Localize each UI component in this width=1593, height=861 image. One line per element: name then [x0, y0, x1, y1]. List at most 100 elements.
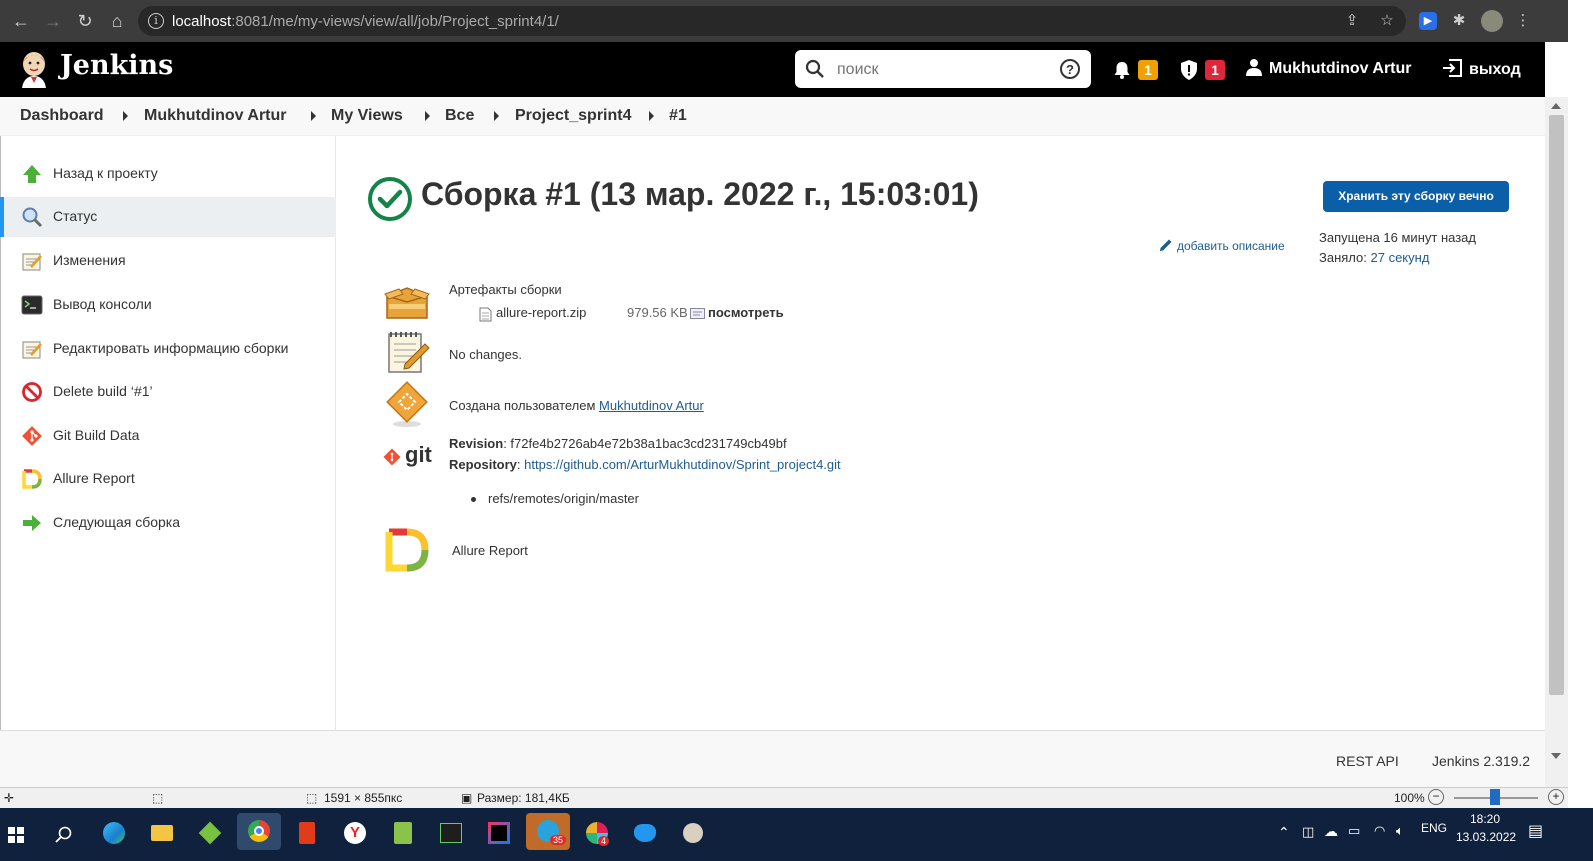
- slack-app-icon[interactable]: 4: [580, 816, 614, 850]
- artifact-view-link[interactable]: посмотреть: [708, 305, 784, 320]
- shield-icon: [1181, 60, 1197, 80]
- sidebar-item-git-build-data[interactable]: Git Build Data: [1, 416, 336, 456]
- intellij-app-icon[interactable]: [482, 816, 516, 850]
- artifacts-link[interactable]: Артефакты сборки: [449, 282, 562, 297]
- edge-app-icon[interactable]: [97, 816, 131, 850]
- rest-api-link[interactable]: REST API: [1336, 753, 1399, 769]
- logout-button[interactable]: выход: [1441, 58, 1521, 79]
- file-explorer-icon[interactable]: [145, 816, 179, 850]
- sidebar-item-label: Delete build ‘#1’: [53, 383, 153, 399]
- wifi-icon[interactable]: ◠: [1374, 823, 1385, 839]
- scrollbar-thumb[interactable]: [1549, 115, 1564, 695]
- share-icon[interactable]: ⇪: [1343, 12, 1361, 30]
- logout-label: выход: [1469, 61, 1521, 78]
- breadcrumb-project[interactable]: Project_sprint4: [515, 107, 631, 125]
- vertical-scrollbar[interactable]: [1545, 97, 1568, 787]
- extensions-puzzle-icon[interactable]: ✱: [1450, 12, 1468, 30]
- bookmark-star-icon[interactable]: ☆: [1378, 12, 1396, 30]
- browser-menu-icon[interactable]: ⋮: [1514, 12, 1532, 30]
- breadcrumb-separator-icon[interactable]: [425, 111, 430, 121]
- created-by-user-link[interactable]: Mukhutdinov Artur: [599, 398, 704, 413]
- sidebar-item-next-build[interactable]: Следующая сборка: [1, 503, 336, 543]
- home-icon[interactable]: ⌂: [106, 10, 128, 32]
- site-info-icon[interactable]: i: [148, 13, 164, 29]
- scroll-up-icon[interactable]: [1551, 103, 1561, 109]
- artifact-file-link[interactable]: allure-report.zip: [496, 305, 586, 320]
- battery-icon[interactable]: ▭: [1348, 823, 1360, 839]
- add-description-link[interactable]: добавить описание: [1159, 238, 1285, 253]
- help-icon[interactable]: ?: [1060, 59, 1080, 79]
- chrome-app-icon[interactable]: [237, 813, 281, 850]
- footer: REST API Jenkins 2.319.2: [0, 730, 1545, 787]
- jenkins-butler-icon[interactable]: [18, 50, 50, 88]
- search-icon[interactable]: [55, 826, 73, 844]
- sidebar-item-status[interactable]: Статус: [0, 197, 336, 237]
- sidebar-item-allure-report[interactable]: Allure Report: [1, 459, 336, 499]
- breadcrumb-separator-icon[interactable]: [123, 111, 128, 121]
- breadcrumb-all[interactable]: Все: [445, 107, 474, 125]
- git-client-icon[interactable]: [193, 816, 227, 850]
- sidebar-item-console-output[interactable]: Вывод консоли: [1, 285, 336, 325]
- zoom-slider-thumb[interactable]: [1490, 789, 1500, 805]
- windows-start-icon[interactable]: [8, 827, 24, 843]
- allure-report-link[interactable]: Allure Report: [452, 543, 528, 558]
- forward-icon[interactable]: →: [42, 10, 64, 32]
- sidebar-item-edit-build-info[interactable]: Редактировать информацию сборки: [1, 329, 336, 369]
- sidebar-item-delete-build[interactable]: Delete build ‘#1’: [1, 372, 336, 412]
- repository-link[interactable]: https://github.com/ArturMukhutdinov/Spri…: [524, 457, 841, 472]
- paint-app-icon[interactable]: [676, 816, 710, 850]
- sidebar-item-back-to-project[interactable]: Назад к проекту: [1, 154, 336, 194]
- zoom-extension-icon[interactable]: ▶: [1419, 12, 1437, 30]
- scroll-down-icon[interactable]: [1551, 753, 1561, 759]
- security-button[interactable]: 1: [1179, 58, 1229, 82]
- breadcrumb-user[interactable]: Mukhutdinov Artur: [144, 107, 287, 125]
- slack-badge: 4: [598, 836, 610, 846]
- onedrive-cloud-icon[interactable]: ☁: [1324, 823, 1338, 840]
- back-icon[interactable]: ←: [10, 10, 32, 32]
- sidebar-item-label: Статус: [53, 208, 98, 224]
- notepad-plus-icon[interactable]: [386, 816, 420, 850]
- telegram-badge: 35: [550, 835, 567, 845]
- jenkins-header: Jenkins ? 1 1 Mukhutdinov Artur: [0, 42, 1545, 97]
- terminal-app-icon[interactable]: [434, 816, 468, 850]
- zoom-out-icon[interactable]: −: [1428, 789, 1444, 805]
- jenkins-version[interactable]: Jenkins 2.319.2: [1432, 753, 1530, 769]
- yandex-browser-icon[interactable]: Y: [338, 816, 372, 850]
- selection-icon: ⬚: [152, 791, 164, 805]
- sidebar-item-changes[interactable]: Изменения: [1, 241, 336, 281]
- breadcrumb-separator-icon[interactable]: [311, 111, 316, 121]
- user-cause-icon: [386, 381, 428, 427]
- duration-link[interactable]: 27 секунд: [1371, 250, 1430, 265]
- zoom-in-icon[interactable]: +: [1548, 789, 1564, 805]
- profile-avatar[interactable]: [1481, 10, 1503, 32]
- breadcrumb-separator-icon[interactable]: [649, 111, 654, 121]
- search-input[interactable]: [837, 59, 1047, 81]
- breadcrumb-dashboard[interactable]: Dashboard: [20, 107, 104, 125]
- sidebar-item-label: Редактировать информацию сборки: [53, 340, 289, 356]
- office-app-icon[interactable]: [290, 816, 324, 850]
- input-language[interactable]: ENG: [1421, 821, 1447, 835]
- notification-center-icon[interactable]: ▤: [1528, 821, 1543, 841]
- no-entry-icon: [22, 382, 42, 402]
- clock-date[interactable]: 13.03.2022: [1456, 830, 1516, 844]
- file-size: Размер: 181,4КБ: [477, 791, 570, 805]
- breadcrumb-my-views[interactable]: My Views: [331, 107, 403, 125]
- tray-expand-icon[interactable]: ⌃: [1278, 824, 1290, 841]
- breadcrumb-build[interactable]: #1: [669, 107, 687, 125]
- url-text[interactable]: localhost:8081/me/my-views/view/all/job/…: [172, 13, 559, 30]
- notifications-button[interactable]: 1: [1112, 58, 1162, 82]
- up-arrow-icon: [23, 165, 41, 183]
- revision-row: Revision: f72fe4b2726ab4e72b38a1bac3cd23…: [449, 436, 787, 451]
- docker-app-icon[interactable]: [628, 816, 662, 850]
- user-menu[interactable]: Mukhutdinov Artur: [1245, 58, 1412, 78]
- notifications-badge: 1: [1138, 60, 1158, 80]
- clock-time[interactable]: 18:20: [1470, 812, 1500, 826]
- breadcrumb-separator-icon[interactable]: [494, 111, 499, 121]
- telegram-app-icon[interactable]: 35: [526, 813, 570, 850]
- address-bar[interactable]: i localhost:8081/me/my-views/view/all/jo…: [138, 6, 1406, 36]
- volume-icon[interactable]: 🔈︎: [1396, 823, 1404, 839]
- brand-title[interactable]: Jenkins: [60, 50, 173, 81]
- meet-now-icon[interactable]: ◫: [1302, 824, 1314, 840]
- reload-icon[interactable]: ↻: [74, 10, 96, 32]
- keep-forever-button[interactable]: Хранить эту сборку вечно: [1323, 181, 1509, 212]
